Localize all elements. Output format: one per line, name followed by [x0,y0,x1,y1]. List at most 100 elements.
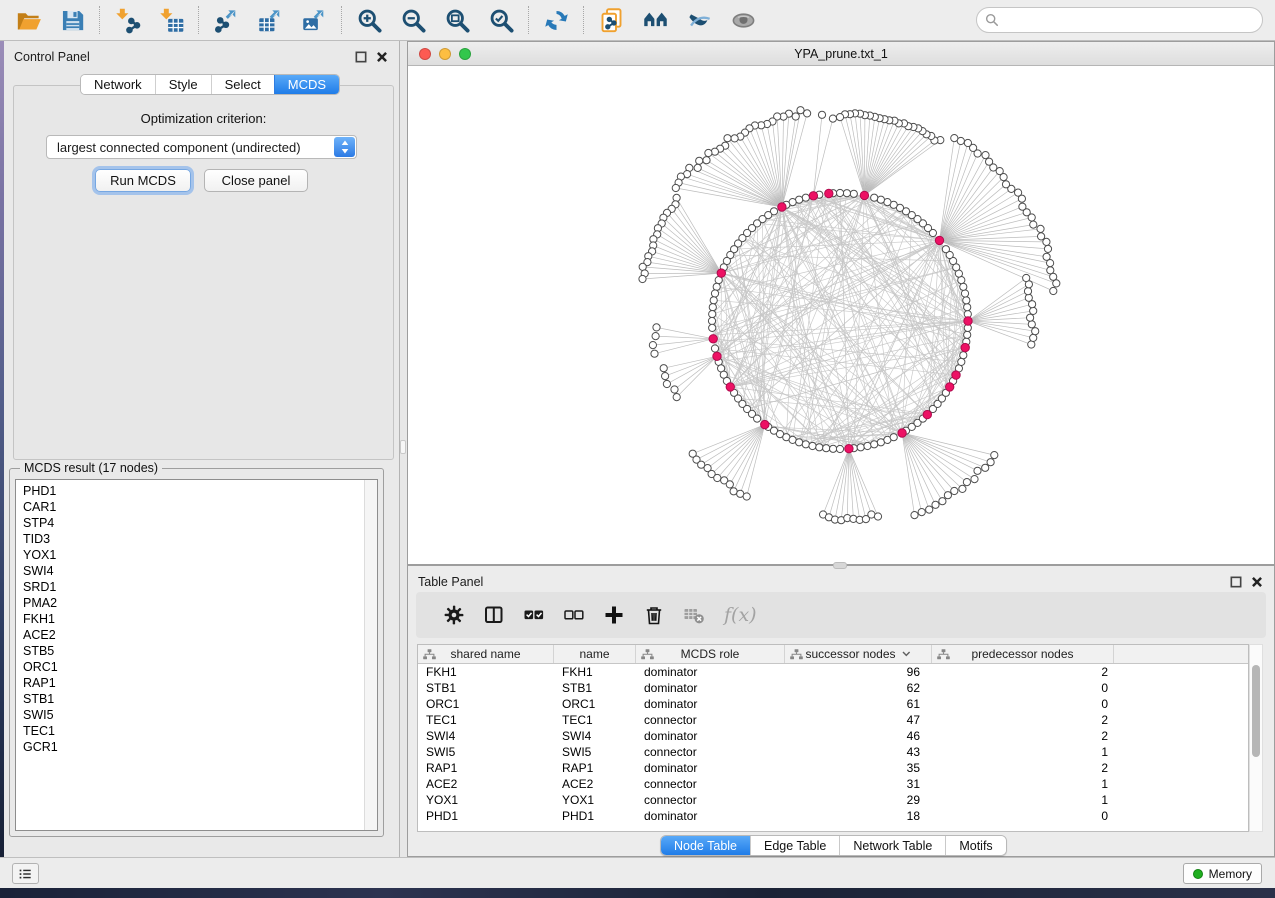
column-header-shared-name[interactable]: shared name [418,645,554,663]
table-row[interactable]: ORC1ORC1dominator610 [418,696,1248,712]
mcds-result-item[interactable]: SWI4 [23,563,377,579]
select-checked-icon [523,604,545,626]
refresh-button[interactable] [540,4,572,36]
tab-style[interactable]: Style [155,75,211,94]
tab-edge-table[interactable]: Edge Table [750,836,839,855]
table-row[interactable]: PHD1PHD1dominator180 [418,808,1248,824]
mcds-result-item[interactable]: STB5 [23,643,377,659]
toolbar-icon-groups [12,4,759,36]
float-panel-icon[interactable] [1229,575,1243,589]
cell-predecessor-nodes: 0 [932,680,1114,696]
mcds-result-item[interactable]: YOX1 [23,547,377,563]
cell-name: STB1 [554,680,636,696]
table-row[interactable]: RAP1RAP1dominator352 [418,760,1248,776]
mcds-result-item[interactable]: PHD1 [23,483,377,499]
trash-icon [643,604,665,626]
mcds-result-item[interactable]: SRD1 [23,579,377,595]
table-scrollbar-thumb[interactable] [1252,665,1260,757]
mcds-result-item[interactable]: CAR1 [23,499,377,515]
cell-successor-nodes: 43 [785,744,932,760]
tab-node-table[interactable]: Node Table [661,836,750,855]
zoom-selected-button[interactable] [485,4,517,36]
float-panel-icon[interactable] [354,50,368,64]
maximize-window-icon[interactable] [459,48,471,60]
columns-button[interactable] [474,597,514,633]
close-window-icon[interactable] [419,48,431,60]
save-button[interactable] [56,4,88,36]
gear-button[interactable] [434,597,474,633]
mcds-result-item[interactable]: ACE2 [23,627,377,643]
zoom-out-button[interactable] [397,4,429,36]
close-panel-icon[interactable] [1250,575,1264,589]
cell-name: ORC1 [554,696,636,712]
minimize-window-icon[interactable] [439,48,451,60]
column-header-predecessor-nodes[interactable]: predecessor nodes [932,645,1114,663]
column-header-name[interactable]: name [554,645,636,663]
tab-network-table[interactable]: Network Table [839,836,945,855]
memory-button[interactable]: Memory [1183,863,1262,884]
column-header-successor-nodes[interactable]: successor nodes [785,645,932,663]
table-scrollbar[interactable] [1249,644,1263,832]
network-search-button[interactable] [639,4,671,36]
mcds-result-item[interactable]: STB1 [23,691,377,707]
cell-predecessor-nodes: 2 [932,712,1114,728]
search-input[interactable] [1005,12,1254,28]
cell-successor-nodes: 47 [785,712,932,728]
table-row[interactable]: STB1STB1dominator620 [418,680,1248,696]
close-panel-icon[interactable] [375,50,389,64]
mcds-list-scrollbar[interactable] [364,480,377,830]
export-table-button[interactable] [254,4,286,36]
select-unchecked-button[interactable] [554,597,594,633]
tab-mcds[interactable]: MCDS [274,75,339,94]
function-builder-button: f(x) [724,604,757,626]
mcds-result-item[interactable]: TID3 [23,531,377,547]
show-hide-button[interactable] [727,4,759,36]
table-row[interactable]: SWI5SWI5connector431 [418,744,1248,760]
search-box[interactable] [976,7,1263,33]
tab-motifs[interactable]: Motifs [945,836,1005,855]
share-document-button[interactable] [595,4,627,36]
cell-successor-nodes: 62 [785,680,932,696]
mcds-result-item[interactable]: FKH1 [23,611,377,627]
optimization-criterion-value: largest connected component (undirected) [47,140,356,155]
close-panel-button[interactable]: Close panel [204,169,308,192]
add-row-button[interactable] [594,597,634,633]
mcds-result-item[interactable]: PMA2 [23,595,377,611]
trash-button[interactable] [634,597,674,633]
import-table-button[interactable] [155,4,187,36]
cell-successor-nodes: 35 [785,760,932,776]
destroy-table-button[interactable] [674,597,714,633]
table-row[interactable]: SWI4SWI4dominator462 [418,728,1248,744]
mcds-result-item[interactable]: ORC1 [23,659,377,675]
export-network-button[interactable] [210,4,242,36]
zoom-in-button[interactable] [353,4,385,36]
open-button[interactable] [12,4,44,36]
table-row[interactable]: TEC1TEC1connector472 [418,712,1248,728]
cell-MCDS-role: dominator [636,808,785,824]
optimization-criterion-select[interactable]: largest connected component (undirected) [46,135,357,159]
tab-network[interactable]: Network [81,75,155,94]
import-network-button[interactable] [111,4,143,36]
zoom-fit-button[interactable] [441,4,473,36]
select-checked-button[interactable] [514,597,554,633]
zoom-in-icon [356,7,383,34]
vertical-splitter[interactable] [400,41,407,857]
network-canvas[interactable] [408,66,1274,564]
column-header-MCDS-role[interactable]: MCDS role [636,645,785,663]
mcds-result-item[interactable]: RAP1 [23,675,377,691]
mcds-result-item[interactable]: TEC1 [23,723,377,739]
task-history-button[interactable] [12,863,39,884]
mcds-result-item[interactable]: GCR1 [23,739,377,755]
run-mcds-button[interactable]: Run MCDS [95,169,191,192]
horizontal-splitter-handle[interactable] [833,562,847,569]
export-image-button[interactable] [298,4,330,36]
mcds-result-item[interactable]: SWI5 [23,707,377,723]
mcds-result-item[interactable]: STP4 [23,515,377,531]
zoom-selected-icon [488,7,515,34]
tab-select[interactable]: Select [211,75,274,94]
table-row[interactable]: ACE2ACE2connector311 [418,776,1248,792]
table-row[interactable]: YOX1YOX1connector291 [418,792,1248,808]
vizmapper-button[interactable] [683,4,715,36]
splitter-handle[interactable] [400,440,406,454]
table-row[interactable]: FKH1FKH1dominator962 [418,664,1248,680]
